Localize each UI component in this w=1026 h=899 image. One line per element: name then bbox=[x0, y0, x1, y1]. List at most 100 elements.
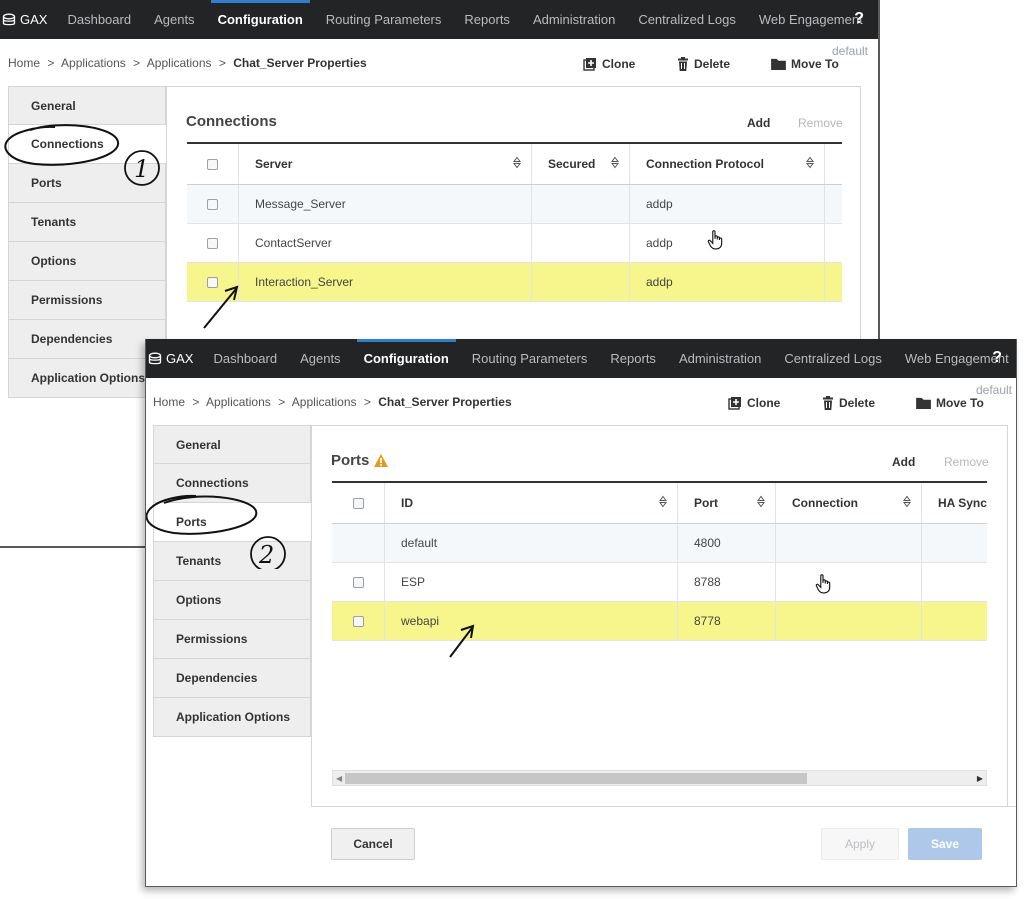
sidebar-item-application-options[interactable]: Application Options bbox=[153, 698, 311, 737]
delete-button[interactable]: Delete bbox=[677, 57, 730, 71]
cancel-button[interactable]: Cancel bbox=[331, 828, 415, 860]
sort-icon[interactable] bbox=[513, 156, 521, 169]
row-checkbox[interactable] bbox=[207, 198, 218, 210]
column-label: Connection bbox=[792, 496, 858, 510]
delete-button[interactable]: Delete bbox=[822, 396, 875, 410]
table-row[interactable]: ContactServer addp bbox=[187, 224, 842, 263]
sidebar-item-general[interactable]: General bbox=[8, 86, 166, 125]
id-cell: ESP bbox=[385, 563, 678, 601]
nav-centralized-logs[interactable]: Centralized Logs bbox=[784, 351, 882, 366]
sidebar-item-application-options[interactable]: Application Options bbox=[8, 359, 166, 398]
table-row-highlighted[interactable]: webapi 8778 bbox=[332, 602, 987, 641]
sidebar-item-dependencies[interactable]: Dependencies bbox=[8, 320, 166, 359]
row-checkbox-cell bbox=[187, 185, 239, 223]
move-to-label: Move To bbox=[791, 57, 839, 71]
select-all-checkbox[interactable] bbox=[207, 158, 218, 170]
sort-icon[interactable] bbox=[806, 156, 814, 169]
sidebar-item-tenants[interactable]: Tenants bbox=[8, 203, 166, 242]
database-icon bbox=[148, 352, 162, 366]
add-connection-button[interactable]: Add bbox=[747, 116, 770, 130]
column-header-ha-sync[interactable]: HA Sync bbox=[922, 483, 987, 523]
column-label: Connection Protocol bbox=[646, 157, 764, 171]
sidebar-item-connections[interactable]: Connections bbox=[153, 464, 311, 503]
clone-icon bbox=[583, 57, 597, 71]
scroll-left-arrow-icon[interactable]: ◀ bbox=[336, 774, 342, 783]
move-to-button[interactable]: Move To bbox=[916, 396, 984, 410]
breadcrumb-separator: > bbox=[363, 395, 371, 409]
sidebar-item-permissions[interactable]: Permissions bbox=[153, 620, 311, 659]
row-checkbox[interactable] bbox=[352, 576, 364, 588]
sidebar-item-permissions[interactable]: Permissions bbox=[8, 281, 166, 320]
gax-brand[interactable]: GAX bbox=[0, 12, 47, 27]
warning-triangle-icon bbox=[374, 454, 389, 467]
sort-icon[interactable] bbox=[903, 495, 911, 508]
help-icon[interactable]: ? bbox=[854, 10, 864, 28]
help-icon[interactable]: ? bbox=[992, 349, 1002, 367]
nav-agents[interactable]: Agents bbox=[154, 12, 194, 27]
connection-cell bbox=[776, 602, 922, 640]
top-nav-bar: GAX Dashboard Agents Configuration Routi… bbox=[146, 339, 1016, 378]
table-row[interactable]: Message_Server addp bbox=[187, 185, 842, 224]
row-checkbox[interactable] bbox=[352, 615, 364, 627]
nav-routing-parameters[interactable]: Routing Parameters bbox=[472, 351, 588, 366]
nav-reports[interactable]: Reports bbox=[464, 12, 510, 27]
breadcrumb-applications[interactable]: Applications bbox=[206, 395, 271, 409]
scrollbar-thumb[interactable] bbox=[345, 773, 807, 784]
sidebar-item-dependencies[interactable]: Dependencies bbox=[153, 659, 311, 698]
sidebar-item-ports[interactable]: Ports bbox=[153, 503, 312, 542]
column-header-connection[interactable]: Connection bbox=[776, 483, 922, 523]
column-header-connection-protocol[interactable]: Connection Protocol bbox=[630, 144, 825, 184]
apply-button[interactable]: Apply bbox=[821, 828, 899, 860]
nav-routing-parameters[interactable]: Routing Parameters bbox=[326, 12, 442, 27]
column-header-port[interactable]: Port bbox=[678, 483, 776, 523]
nav-web-engagement[interactable]: Web Engagement bbox=[759, 12, 863, 27]
column-header-id[interactable]: ID bbox=[385, 483, 678, 523]
row-checkbox[interactable] bbox=[207, 276, 218, 288]
nav-configuration[interactable]: Configuration bbox=[356, 339, 457, 378]
table-row-highlighted[interactable]: Interaction_Server addp bbox=[187, 263, 842, 302]
sidebar-item-general[interactable]: General bbox=[153, 425, 311, 464]
table-row[interactable]: ESP 8788 bbox=[332, 563, 987, 602]
move-to-button[interactable]: Move To bbox=[771, 57, 839, 71]
id-cell: webapi bbox=[385, 602, 678, 640]
breadcrumb-applications[interactable]: Applications bbox=[61, 56, 126, 70]
nav-administration[interactable]: Administration bbox=[533, 12, 615, 27]
sidebar-item-options[interactable]: Options bbox=[8, 242, 166, 281]
nav-configuration[interactable]: Configuration bbox=[210, 0, 311, 39]
horizontal-scrollbar[interactable]: ◀ ▶ bbox=[332, 770, 987, 786]
breadcrumb-applications-folder[interactable]: Applications bbox=[292, 395, 357, 409]
protocol-cell: addp bbox=[630, 185, 825, 223]
breadcrumb-home[interactable]: Home bbox=[8, 56, 40, 70]
column-header-server[interactable]: Server bbox=[239, 144, 532, 184]
sidebar-item-connections[interactable]: Connections bbox=[8, 125, 167, 164]
ports-table: ID Port Connection HA Sync default 4800 … bbox=[332, 481, 987, 641]
nav-centralized-logs[interactable]: Centralized Logs bbox=[638, 12, 736, 27]
remove-port-button[interactable]: Remove bbox=[944, 455, 989, 469]
breadcrumb-home[interactable]: Home bbox=[153, 395, 185, 409]
nav-administration[interactable]: Administration bbox=[679, 351, 761, 366]
save-button[interactable]: Save bbox=[908, 828, 982, 860]
nav-dashboard[interactable]: Dashboard bbox=[213, 351, 277, 366]
clone-button[interactable]: Clone bbox=[728, 396, 780, 410]
sidebar-item-tenants[interactable]: Tenants bbox=[153, 542, 311, 581]
row-checkbox[interactable] bbox=[207, 237, 218, 249]
gax-brand[interactable]: GAX bbox=[146, 351, 193, 366]
nav-reports[interactable]: Reports bbox=[610, 351, 656, 366]
sort-icon[interactable] bbox=[611, 156, 619, 169]
table-row[interactable]: default 4800 bbox=[332, 524, 987, 563]
sidebar-item-ports[interactable]: Ports bbox=[8, 164, 166, 203]
remove-connection-button[interactable]: Remove bbox=[798, 116, 843, 130]
clone-button[interactable]: Clone bbox=[583, 57, 635, 71]
nav-dashboard[interactable]: Dashboard bbox=[67, 12, 131, 27]
column-label: Server bbox=[255, 157, 293, 171]
trash-icon bbox=[677, 57, 689, 71]
select-all-checkbox[interactable] bbox=[352, 497, 364, 509]
add-port-button[interactable]: Add bbox=[892, 455, 915, 469]
sidebar-item-options[interactable]: Options bbox=[153, 581, 311, 620]
scroll-right-arrow-icon[interactable]: ▶ bbox=[977, 774, 983, 783]
sort-icon[interactable] bbox=[659, 495, 667, 508]
nav-agents[interactable]: Agents bbox=[300, 351, 340, 366]
column-header-secured[interactable]: Secured bbox=[532, 144, 630, 184]
sort-icon[interactable] bbox=[757, 495, 765, 508]
breadcrumb-applications-folder[interactable]: Applications bbox=[147, 56, 212, 70]
